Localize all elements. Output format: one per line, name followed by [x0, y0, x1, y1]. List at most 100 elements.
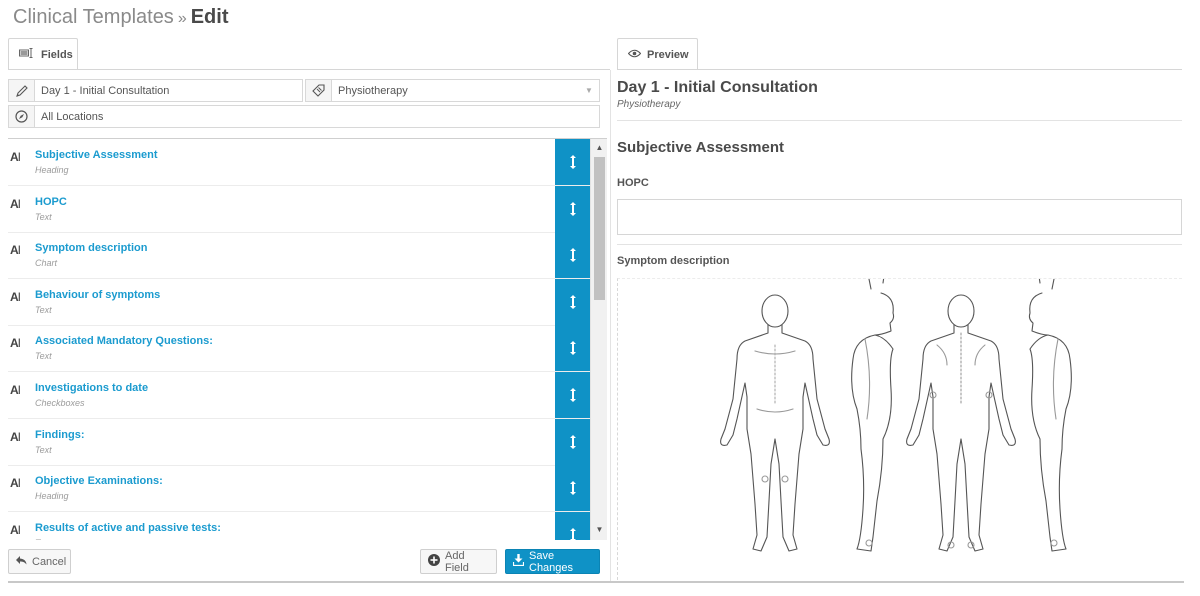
- preview-symptom-label: Symptom description: [617, 255, 729, 267]
- field-row[interactable]: AI HOPC Text: [8, 186, 590, 233]
- text-cursor-icon: AI: [10, 290, 20, 304]
- field-label[interactable]: Findings:: [35, 429, 85, 441]
- text-cursor-icon: AI: [10, 383, 20, 397]
- field-row[interactable]: AI Objective Examinations: Heading: [8, 465, 590, 512]
- preview-title: Day 1 - Initial Consultation: [617, 79, 818, 97]
- field-row[interactable]: AI Behaviour of symptoms Text: [8, 279, 590, 326]
- eye-icon: [628, 49, 641, 61]
- field-type: Text: [35, 445, 52, 455]
- field-row[interactable]: AI Findings: Text: [8, 419, 590, 466]
- field-label[interactable]: HOPC: [35, 196, 67, 208]
- field-row[interactable]: AIAssociated Mandatory Questions:Text: [8, 325, 590, 372]
- text-cursor-icon: AI: [10, 430, 20, 444]
- template-name-field[interactable]: Day 1 - Initial Consultation: [8, 79, 303, 102]
- field-type: Text: [35, 538, 52, 540]
- tab-preview-label: Preview: [647, 49, 689, 61]
- body-chart-icon: [618, 279, 1183, 581]
- body-chart[interactable]: [617, 278, 1182, 580]
- breadcrumb-clinical-templates[interactable]: Clinical Templates: [13, 6, 174, 28]
- fields-list: AI Subjective Assessment Heading AI HOPC Text…: [8, 138, 607, 540]
- drag-handle[interactable]: [555, 186, 590, 232]
- field-label[interactable]: Subjective Assessment: [35, 149, 157, 161]
- locations-field[interactable]: All Locations: [8, 105, 600, 128]
- field-label[interactable]: Investigations to date: [35, 382, 148, 394]
- add-field-label: Add Field: [445, 550, 489, 574]
- field-label[interactable]: Symptom description: [35, 242, 147, 254]
- preview-subtitle: Physiotherapy: [617, 99, 680, 110]
- reply-arrow-icon: [16, 556, 27, 568]
- drag-arrows-icon: [569, 481, 577, 495]
- discipline-select[interactable]: Physiotherapy ▼: [305, 79, 600, 102]
- drag-arrows-icon: [569, 202, 577, 216]
- tab-fields[interactable]: Fields: [8, 38, 78, 70]
- field-type: Heading: [35, 165, 69, 175]
- breadcrumb-separator: »: [178, 10, 187, 27]
- preview-heading: Subjective Assessment: [617, 139, 784, 156]
- preview-hopc-label: HOPC: [617, 177, 649, 189]
- tag-icon: [306, 80, 332, 101]
- drag-handle[interactable]: [555, 232, 590, 278]
- field-type: Checkboxes: [35, 398, 85, 408]
- drag-arrows-icon: [569, 528, 577, 540]
- text-cursor-icon: AI: [10, 336, 20, 350]
- text-cursor-icon: AI: [10, 476, 20, 490]
- field-type: Text: [35, 305, 52, 315]
- discipline-value: Physiotherapy: [332, 85, 585, 97]
- breadcrumb-current: Edit: [191, 6, 229, 28]
- field-label[interactable]: Associated Mandatory Questions:: [35, 335, 213, 347]
- save-changes-label: Save Changes: [529, 550, 592, 574]
- page-title: Clinical Templates»Edit: [13, 6, 229, 29]
- tab-preview[interactable]: Preview: [617, 38, 698, 70]
- pen-icon: [9, 80, 35, 101]
- drag-arrows-icon: [569, 341, 577, 355]
- drag-arrows-icon: [569, 435, 577, 449]
- field-row[interactable]: AI Symptom description Chart: [8, 232, 590, 279]
- fields-icon: [19, 48, 35, 61]
- text-cursor-icon: AI: [10, 243, 20, 257]
- template-name-value: Day 1 - Initial Consultation: [35, 85, 302, 97]
- scroll-up-icon[interactable]: ▲: [591, 141, 607, 155]
- compass-icon: [9, 106, 35, 127]
- plus-circle-icon: [428, 554, 440, 569]
- bottom-rule: [8, 581, 1184, 583]
- add-field-button[interactable]: Add Field: [420, 549, 497, 574]
- preview-divider-2: [617, 244, 1182, 245]
- tab-fields-label: Fields: [41, 49, 73, 61]
- preview-divider: [617, 120, 1182, 121]
- drag-handle[interactable]: [555, 279, 590, 325]
- save-changes-button[interactable]: Save Changes: [505, 549, 600, 574]
- field-label[interactable]: Objective Examinations:: [35, 475, 163, 487]
- drag-arrows-icon: [569, 388, 577, 402]
- tab-divider-left: [8, 69, 610, 70]
- chevron-down-icon: ▼: [585, 86, 599, 95]
- preview-hopc-textarea[interactable]: [617, 199, 1182, 235]
- cancel-button[interactable]: Cancel: [8, 549, 71, 574]
- field-type: Chart: [35, 258, 57, 268]
- field-type: Heading: [35, 491, 69, 501]
- panel-divider: [610, 70, 611, 582]
- field-row[interactable]: AISubjective AssessmentHeading: [8, 139, 590, 186]
- drag-handle[interactable]: [555, 139, 590, 185]
- tab-divider-right: [617, 69, 1182, 70]
- text-cursor-icon: AI: [10, 523, 20, 537]
- scrollbar-thumb[interactable]: [594, 157, 605, 300]
- field-row[interactable]: AI Investigations to date Checkboxes: [8, 372, 590, 419]
- drag-arrows-icon: [569, 295, 577, 309]
- drag-arrows-icon: [569, 155, 577, 169]
- field-row[interactable]: AI Results of active and passive tests: Te…: [8, 512, 590, 540]
- fields-scrollbar[interactable]: ▲ ▼: [590, 139, 607, 540]
- drag-handle[interactable]: [555, 465, 590, 511]
- drag-handle[interactable]: [555, 512, 590, 540]
- field-type: Text: [35, 212, 52, 222]
- drag-handle[interactable]: [555, 419, 590, 465]
- field-label[interactable]: Behaviour of symptoms: [35, 289, 160, 301]
- text-cursor-icon: AI: [10, 197, 20, 211]
- scroll-down-icon[interactable]: ▼: [591, 523, 607, 537]
- drag-handle[interactable]: [555, 325, 590, 371]
- download-icon: [513, 554, 524, 569]
- drag-handle[interactable]: [555, 372, 590, 418]
- drag-arrows-icon: [569, 248, 577, 262]
- cancel-label: Cancel: [32, 556, 66, 568]
- field-label[interactable]: Results of active and passive tests:: [35, 522, 221, 534]
- locations-value: All Locations: [35, 111, 599, 123]
